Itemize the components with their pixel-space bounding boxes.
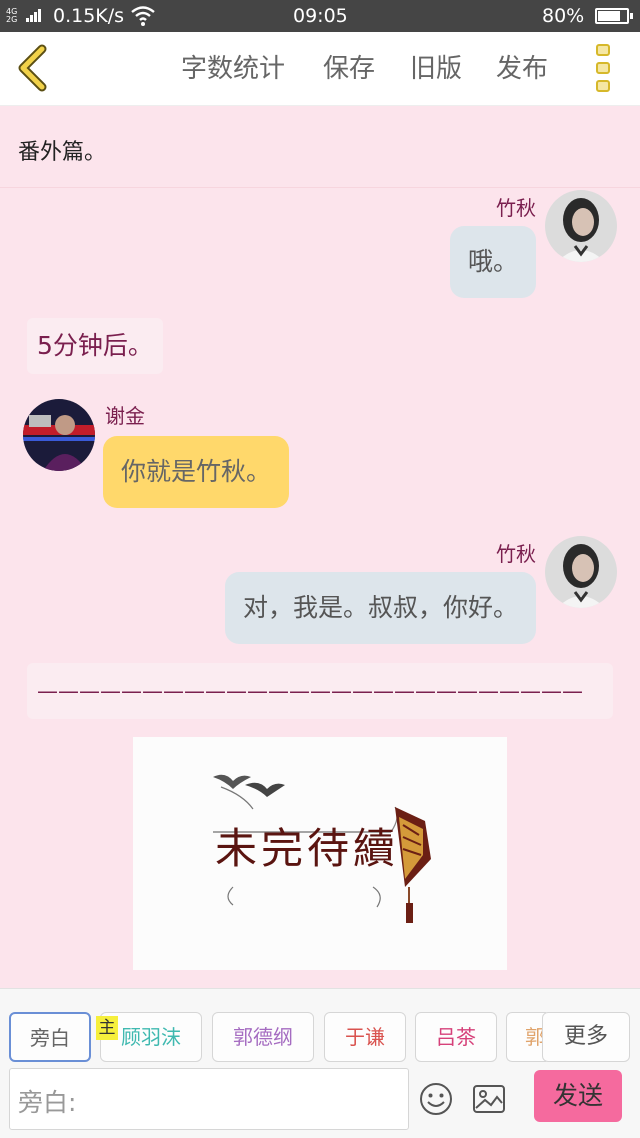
character-chip[interactable]: 旁白: [9, 1012, 91, 1062]
character-chip[interactable]: 吕茶: [415, 1012, 497, 1062]
message-bubble[interactable]: 对，我是。叔叔，你好。: [224, 572, 536, 644]
narration-bubble[interactable]: 5分钟后。: [27, 318, 163, 374]
back-chevron-icon[interactable]: [14, 44, 54, 92]
avatar-zhuqiu[interactable]: [545, 536, 617, 608]
image-icon[interactable]: [471, 1081, 507, 1117]
emoji-icon[interactable]: [418, 1081, 454, 1117]
character-chip[interactable]: 郭: [506, 1012, 546, 1062]
narration-divider[interactable]: ——————————————————————————: [27, 663, 613, 719]
image-caption: 未完待續: [215, 824, 400, 873]
save-button[interactable]: 保存: [323, 52, 375, 86]
old-version-button[interactable]: 旧版: [410, 52, 462, 86]
chapter-intro: 番外篇。: [0, 106, 640, 188]
more-characters-button[interactable]: 更多: [542, 1012, 630, 1062]
message-input[interactable]: 旁白:: [9, 1068, 409, 1130]
portrait-icon: [545, 190, 617, 262]
battery-icon: [595, 8, 633, 24]
message-bubble[interactable]: 你就是竹秋。: [103, 436, 290, 508]
editor-toolbar: 字数统计 保存 旧版 发布: [0, 32, 640, 106]
character-chip[interactable]: 郭德纲: [212, 1012, 314, 1062]
avatar-xiejin[interactable]: [23, 399, 95, 471]
character-chip[interactable]: 于谦: [324, 1012, 406, 1062]
signal-icon: [26, 8, 46, 22]
wifi-icon: [131, 6, 155, 26]
word-count-button[interactable]: 字数统计: [181, 52, 285, 86]
portrait-icon: [545, 536, 617, 608]
speaker-name: 竹秋: [496, 196, 536, 220]
send-button[interactable]: 发送: [534, 1070, 622, 1122]
speaker-name: 谢金: [105, 404, 145, 428]
speaker-name: 竹秋: [496, 542, 536, 566]
avatar-zhuqiu[interactable]: [545, 190, 617, 262]
portrait-icon: [23, 399, 95, 471]
intro-text: 番外篇。: [18, 140, 107, 165]
network-type: 4G 2G: [6, 7, 18, 24]
clock: 09:05: [293, 5, 348, 27]
network-speed: 0.15K/s: [53, 5, 125, 27]
message-bubble[interactable]: 哦。: [449, 226, 536, 298]
status-bar: 4G 2G 0.15K/s 09:05 80%: [0, 0, 640, 32]
publish-button[interactable]: 发布: [496, 52, 548, 86]
more-menu-icon[interactable]: [594, 44, 616, 94]
host-tag: 主: [96, 1016, 118, 1040]
to-be-continued-image[interactable]: 未完待續: [133, 737, 507, 970]
battery-percent: 80%: [542, 5, 585, 27]
